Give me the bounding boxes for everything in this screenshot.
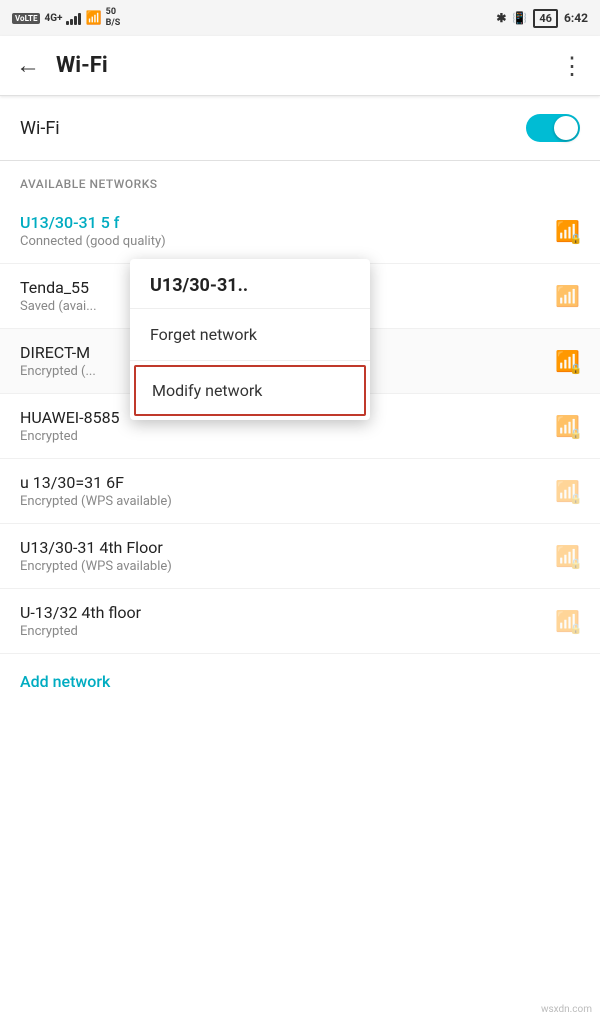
status-right: ✱ 📳 46 6:42	[496, 9, 588, 28]
vibrate-icon: 📳	[512, 11, 527, 25]
wifi-signal-icon: 📶 🔒	[555, 544, 580, 568]
network-info: U13/30-31 5 f Connected (good quality)	[20, 213, 555, 249]
lock-icon: 🔒	[570, 494, 582, 505]
network-name: U13/30-31 4th Floor	[20, 538, 555, 557]
network-item[interactable]: U13/30-31 5 f Connected (good quality) 📶…	[0, 199, 600, 264]
wifi-symbol: 📶	[555, 284, 580, 308]
network-status: Encrypted	[20, 624, 555, 639]
wifi-toggle-label: Wi-Fi	[20, 118, 60, 139]
back-button[interactable]: ←	[16, 51, 40, 80]
network-type: 4G+	[44, 13, 62, 24]
wifi-signal-icon: 📶 🔒	[555, 349, 580, 373]
lock-icon: 🔒	[570, 559, 582, 570]
context-menu: U13/30-31.. Forget network Modify networ…	[130, 259, 370, 420]
wifi-toggle-switch[interactable]	[526, 114, 580, 142]
network-info: U-13/32 4th floor Encrypted	[20, 603, 555, 639]
wifi-status-icon: 📶	[85, 11, 101, 26]
network-name: u 13/30=31 6F	[20, 473, 555, 492]
status-left: VoLTE 4G+ 📶 50B/S	[12, 7, 120, 29]
network-list: U13/30-31 5 f Connected (good quality) 📶…	[0, 199, 600, 654]
network-status: Encrypted (WPS available)	[20, 559, 555, 574]
network-status: Encrypted	[20, 429, 555, 444]
wifi-toggle-row: Wi-Fi	[0, 96, 600, 161]
status-bar: VoLTE 4G+ 📶 50B/S ✱ 📳 46 6:42	[0, 0, 600, 36]
lock-icon: 🔒	[570, 364, 582, 375]
context-menu-title: U13/30-31..	[130, 259, 370, 309]
watermark: wsxdn.com	[541, 1004, 592, 1015]
network-status: Connected (good quality)	[20, 234, 555, 249]
network-item[interactable]: U13/30-31 4th Floor Encrypted (WPS avail…	[0, 524, 600, 589]
wifi-signal-icon: 📶 🔒	[555, 414, 580, 438]
available-networks-header: AVAILABLE NETWORKS	[0, 161, 600, 199]
time-display: 6:42	[564, 11, 588, 25]
volte-badge: VoLTE	[12, 13, 40, 24]
network-info: u 13/30=31 6F Encrypted (WPS available)	[20, 473, 555, 509]
network-status: Encrypted (WPS available)	[20, 494, 555, 509]
modify-network-button[interactable]: Modify network	[134, 365, 366, 416]
signal-bars	[66, 11, 81, 25]
battery-indicator: 46	[533, 9, 558, 28]
network-item[interactable]: U-13/32 4th floor Encrypted 📶 🔒	[0, 589, 600, 654]
network-name: U13/30-31 5 f	[20, 213, 555, 232]
network-name: U-13/32 4th floor	[20, 603, 555, 622]
wifi-signal-icon: 📶	[555, 284, 580, 308]
wifi-signal-icon: 📶 🔒	[555, 609, 580, 633]
data-speed: 50B/S	[106, 7, 121, 29]
page-title: Wi-Fi	[56, 53, 560, 78]
forget-network-button[interactable]: Forget network	[130, 309, 370, 361]
add-network-button[interactable]: Add network	[0, 654, 600, 709]
lock-icon: 🔒	[570, 624, 582, 635]
bluetooth-icon: ✱	[496, 11, 506, 25]
app-bar: ← Wi-Fi ⋮	[0, 36, 600, 96]
lock-icon: 🔒	[570, 429, 582, 440]
more-options-button[interactable]: ⋮	[560, 52, 584, 80]
wifi-signal-icon: 📶 🔒	[555, 219, 580, 243]
network-info: U13/30-31 4th Floor Encrypted (WPS avail…	[20, 538, 555, 574]
lock-icon: 🔒	[570, 234, 582, 245]
wifi-signal-icon: 📶 🔒	[555, 479, 580, 503]
network-item[interactable]: u 13/30=31 6F Encrypted (WPS available) …	[0, 459, 600, 524]
